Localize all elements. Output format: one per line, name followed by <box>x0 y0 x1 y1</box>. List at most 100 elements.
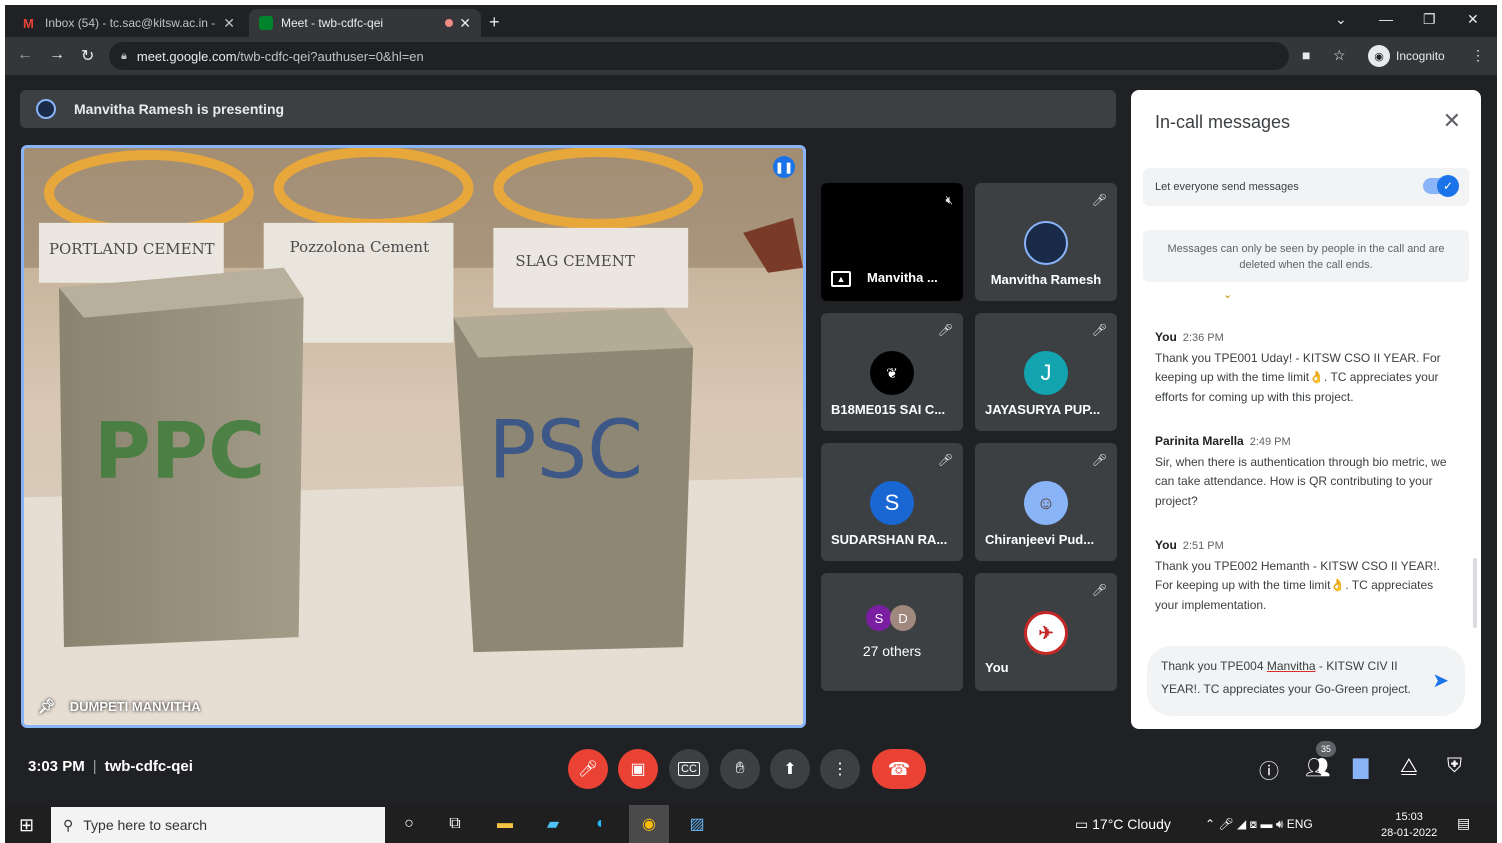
url-path: /twb-cdfc-qei?authuser=0&hl=en <box>236 48 424 64</box>
weather-icon: ▭ <box>1075 816 1093 832</box>
close-icon[interactable]: ✕ <box>1443 108 1461 134</box>
check-icon: ✓ <box>1437 175 1459 197</box>
message-sender: You <box>1155 538 1177 552</box>
avatar: J <box>1024 351 1068 395</box>
send-messages-toggle[interactable]: ✓ <box>1423 175 1459 197</box>
tile-participant[interactable]: 🎤︎ ❦ B18ME015 SAI C... <box>821 313 963 431</box>
edge-icon[interactable]: ◐ <box>589 813 613 835</box>
message-text: Thank you TPE001 Uday! - KITSW CSO II YE… <box>1155 350 1441 404</box>
close-icon[interactable]: ✕ <box>459 15 471 32</box>
present-button[interactable]: ⬆ <box>770 749 810 789</box>
incognito-button[interactable]: ◉ Incognito <box>1368 43 1445 69</box>
host-controls-icon[interactable]: ⛨ <box>1447 755 1462 778</box>
task-view-icon[interactable]: ⧉ <box>443 813 467 835</box>
forward-button[interactable]: → <box>49 46 65 64</box>
avatar: S <box>870 481 914 525</box>
gmail-icon: M <box>23 16 34 31</box>
mic-off-icon: 🎤︎ <box>937 453 953 467</box>
raise-hand-button[interactable]: ✋︎ <box>720 749 760 789</box>
screen: M Inbox (54) - tc.sac@kitsw.ac.in - K ✕ … <box>5 5 1497 843</box>
windows-taskbar: ⊞ ⚲ Type here to search ○ ⧉ ▬ ▰ ◐ ◉ ▨ ▭ … <box>5 805 1497 843</box>
mic-off-icon: 🎤︎ <box>577 761 599 778</box>
tile-others[interactable]: S D 27 others <box>821 573 963 691</box>
tab-meet[interactable]: Meet - twb-cdfc-qei ✕ <box>249 9 481 37</box>
back-button[interactable]: ← <box>17 46 33 64</box>
file-explorer-icon[interactable]: ▬ <box>493 813 517 835</box>
tab-search-icon[interactable]: ⌄ <box>1335 11 1347 28</box>
main-video-label: DUMPETI MANVITHA <box>69 699 201 714</box>
system-tray[interactable]: ⌃ 🎤︎ ◢ ⧇ ▬ 🔊︎ ENG <box>1205 817 1313 832</box>
tile-presentation[interactable]: 🔇︎ ▲ Manvitha ... <box>821 183 963 301</box>
camera-toggle-button[interactable]: ▣ <box>618 749 658 789</box>
label-pozzolona: Pozzolona Cement <box>290 238 429 256</box>
tile-name: B18ME015 SAI C... <box>831 402 946 417</box>
message-time: 2:36 PM <box>1182 332 1224 344</box>
reload-button[interactable]: ↻ <box>81 46 94 66</box>
main-video[interactable]: PORTLAND CEMENT Pozzolona Cement SLAG CE… <box>21 145 806 728</box>
tile-name: ▲ Manvitha ... <box>831 270 938 287</box>
tile-participant[interactable]: 🎤︎ Manvitha Ramesh <box>975 183 1117 301</box>
label-portland: PORTLAND CEMENT <box>49 240 215 258</box>
weather-widget[interactable]: ▭ 17°C Cloudy <box>1075 816 1171 833</box>
minimize-button[interactable]: — <box>1379 11 1393 27</box>
tab-gmail[interactable]: M Inbox (54) - tc.sac@kitsw.ac.in - K ✕ <box>13 9 245 37</box>
chat-icon[interactable]: ▇ <box>1353 755 1368 780</box>
send-icon[interactable]: ➤ <box>1432 670 1449 693</box>
menu-icon[interactable]: ⋮ <box>1471 47 1485 64</box>
cortana-icon[interactable]: ○ <box>397 813 421 835</box>
tab-title: Inbox (54) - tc.sac@kitsw.ac.in - K <box>45 16 218 30</box>
incognito-label: Incognito <box>1396 49 1445 63</box>
close-icon[interactable]: ✕ <box>223 15 235 32</box>
taskbar-clock[interactable]: 15:03 28-01-2022 <box>1381 809 1437 841</box>
tile-participant[interactable]: 🎤︎ ☺ Chiranjeevi Pud... <box>975 443 1117 561</box>
meeting-code: twb-cdfc-qei <box>104 758 193 775</box>
tab-title: Meet - twb-cdfc-qei <box>281 16 384 30</box>
store-icon[interactable]: ▰ <box>541 813 565 835</box>
message-time: 2:51 PM <box>1182 540 1224 552</box>
leave-call-button[interactable]: ☎︎ <box>872 749 926 789</box>
clock-date: 28-01-2022 <box>1381 827 1438 839</box>
message-input[interactable]: Thank you TPE004 Manvitha - KITSW CIV II… <box>1147 646 1465 716</box>
pin-icon[interactable]: 📌︎ <box>38 698 56 715</box>
avatar: ☺ <box>1024 481 1068 525</box>
mic-off-icon: 🎤︎ <box>937 323 953 337</box>
label-ppc: PPC <box>94 406 265 496</box>
captions-button[interactable]: CC <box>669 749 709 789</box>
video-frame: PORTLAND CEMENT Pozzolona Cement SLAG CE… <box>24 148 803 725</box>
star-icon[interactable]: ☆ <box>1333 47 1346 64</box>
language-indicator: ENG <box>1286 817 1313 831</box>
chrome-icon[interactable]: ◉ <box>629 805 669 843</box>
presenting-text: Manvitha Ramesh is presenting <box>74 101 285 117</box>
mic-toggle-button[interactable]: 🎤︎ <box>568 749 608 789</box>
tile-participant[interactable]: 🎤︎ J JAYASURYA PUP... <box>975 313 1117 431</box>
close-window-button[interactable]: ✕ <box>1467 11 1479 28</box>
search-placeholder: Type here to search <box>83 817 208 833</box>
message-time: 2:49 PM <box>1249 436 1291 448</box>
people-icon[interactable]: 👥︎ <box>1305 755 1330 780</box>
others-avatars: S D <box>866 605 916 631</box>
chat-title: In-call messages <box>1155 112 1291 132</box>
notification-icon[interactable]: ▤ <box>1457 815 1470 832</box>
more-options-button[interactable]: ⋮ <box>820 749 860 789</box>
new-tab-button[interactable]: + <box>489 12 500 33</box>
main-video-name: 📌︎ DUMPETI MANVITHA <box>38 698 201 715</box>
camera-icon[interactable]: ■ <box>1302 47 1310 63</box>
url-field[interactable]: 🔒︎ meet.google.com/twb-cdfc-qei?authuser… <box>109 42 1289 70</box>
tile-participant[interactable]: 🎤︎ S SUDARSHAN RA... <box>821 443 963 561</box>
mic-off-icon: 🔇︎ <box>945 193 953 207</box>
present-icon: ▲ <box>831 271 851 287</box>
windows-start-icon[interactable]: ⊞ <box>19 815 34 836</box>
message-text: Sir, when there is authentication throug… <box>1155 454 1447 508</box>
photos-icon[interactable]: ▨ <box>685 813 709 835</box>
tile-name: Chiranjeevi Pud... <box>985 532 1095 547</box>
info-icon[interactable]: ⓘ <box>1259 755 1279 784</box>
send-messages-toggle-row: Let everyone send messages ✓ <box>1143 168 1469 206</box>
compose-misspelled-word: Manvitha <box>1266 659 1316 673</box>
chat-notice: Messages can only be seen by people in t… <box>1143 230 1469 282</box>
chat-scrollbar[interactable] <box>1473 558 1477 628</box>
taskbar-search[interactable]: ⚲ Type here to search <box>51 807 385 843</box>
maximize-button[interactable]: ❐ <box>1423 11 1436 28</box>
tile-self[interactable]: 🎤︎ ✈ You <box>975 573 1117 691</box>
tile-name: You <box>985 660 1009 675</box>
activities-icon[interactable]: ⧋ <box>1400 755 1418 778</box>
